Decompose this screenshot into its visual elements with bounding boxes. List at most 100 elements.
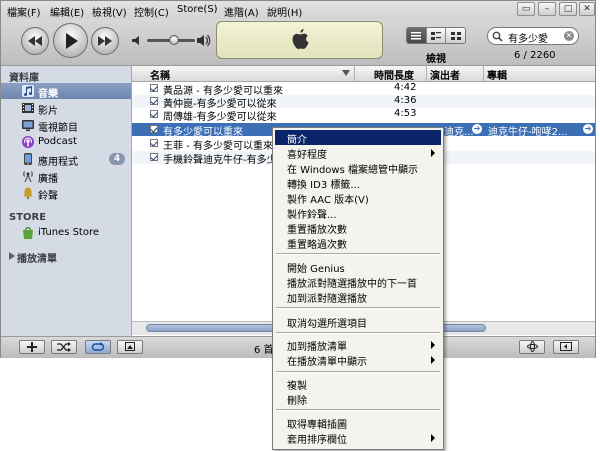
- play-icon: [65, 32, 78, 49]
- menu-item-add-to-playlist[interactable]: 加到播放清單: [275, 337, 441, 353]
- menu-controls[interactable]: 控制(C): [134, 4, 169, 19]
- sidebar-item-apps[interactable]: 應用程式 4: [1, 151, 131, 168]
- menu-item-start-genius[interactable]: 開始 Genius: [275, 259, 441, 275]
- track-checkbox[interactable]: [150, 125, 158, 133]
- table-row[interactable]: 黃品源 - 有多少愛可以重來 4:42: [132, 82, 595, 97]
- maximize-button[interactable]: □: [559, 2, 577, 16]
- menu-item-apply-sort-field[interactable]: 套用排序欄位: [275, 430, 441, 446]
- rewind-icon: [28, 36, 42, 46]
- status-text: 6 首: [254, 345, 274, 356]
- submenu-arrow-icon: [431, 434, 435, 442]
- column-header-bar: 名稱 時間長度 演出者 專輯: [132, 66, 595, 82]
- show-sidebar-button[interactable]: [553, 340, 579, 354]
- sidebar-item-tv-shows[interactable]: 電視節目: [1, 117, 131, 134]
- menu-separator: [276, 409, 440, 411]
- menu-item-rating[interactable]: 喜好程度: [275, 145, 441, 161]
- volume-slider[interactable]: [147, 35, 195, 45]
- sidebar-playlists-header[interactable]: 播放清單: [1, 248, 131, 265]
- menu-separator: [276, 371, 440, 373]
- library-header: 資料庫: [9, 73, 39, 84]
- now-playing-display: [216, 21, 383, 59]
- mini-player-button[interactable]: ▭: [517, 2, 535, 16]
- sidebar-item-ringtones[interactable]: 鈴聲: [1, 185, 131, 202]
- music-note-icon: [22, 85, 34, 97]
- sidebar-item-podcast[interactable]: Podcast: [1, 134, 131, 150]
- sidebar-item-itunes-store[interactable]: iTunes Store: [1, 225, 131, 241]
- submenu-arrow-icon: [431, 356, 435, 364]
- clear-search-icon[interactable]: ✕: [564, 31, 574, 41]
- column-name[interactable]: 名稱: [150, 67, 170, 82]
- menu-item-get-album-artwork[interactable]: 取得專輯插圖: [275, 415, 441, 431]
- go-to-album-arrow-icon[interactable]: ➔: [583, 124, 593, 134]
- repeat-icon: [91, 342, 105, 351]
- menu-item-create-ringtone[interactable]: 製作鈴聲...: [275, 205, 441, 221]
- close-button[interactable]: ✕: [579, 2, 595, 16]
- radio-icon: [23, 171, 33, 183]
- search-input[interactable]: 有多少愛: [508, 30, 548, 45]
- menu-item-play-next-in-party-shuffle[interactable]: 播放派對隨選播放中的下一首: [275, 274, 441, 290]
- column-artist[interactable]: 演出者: [430, 67, 460, 82]
- list-view-button[interactable]: [407, 28, 427, 43]
- submenu-arrow-icon: [431, 149, 435, 157]
- menu-separator: [276, 332, 440, 334]
- menu-item-convert-id3[interactable]: 轉換 ID3 標籤...: [275, 175, 441, 191]
- play-button[interactable]: [53, 23, 88, 58]
- add-playlist-button[interactable]: [19, 340, 45, 354]
- volume-knob[interactable]: [169, 35, 179, 45]
- previous-button[interactable]: [21, 27, 49, 55]
- menu-item-delete[interactable]: 刪除: [275, 391, 441, 407]
- film-icon: [22, 103, 34, 113]
- menu-item-create-aac[interactable]: 製作 AAC 版本(V): [275, 190, 441, 206]
- track-checkbox[interactable]: [150, 84, 158, 92]
- store-header: STORE: [9, 212, 47, 223]
- menu-view[interactable]: 檢視(V): [92, 4, 127, 19]
- menu-advanced[interactable]: 進階(A): [224, 4, 259, 19]
- menu-separator: [276, 253, 440, 255]
- menu-help[interactable]: 說明(H): [267, 4, 302, 19]
- track-checkbox[interactable]: [150, 110, 158, 118]
- table-row[interactable]: 周傳雄-有多少愛可以從來 4:53: [132, 108, 595, 123]
- minimize-button[interactable]: –: [538, 2, 556, 16]
- menu-store[interactable]: Store(S): [177, 4, 218, 15]
- sidebar-item-music[interactable]: 音樂: [1, 83, 131, 100]
- tv-icon: [22, 120, 34, 131]
- atom-icon: [526, 341, 538, 352]
- grid-view-button[interactable]: [446, 28, 465, 43]
- menu-separator: [276, 307, 440, 309]
- show-artwork-button[interactable]: [117, 340, 143, 354]
- next-button[interactable]: [91, 27, 119, 55]
- genius-sidebar-button[interactable]: [519, 340, 545, 354]
- track-checkbox[interactable]: [150, 153, 158, 161]
- view-switcher[interactable]: [406, 27, 466, 44]
- submenu-arrow-icon: [431, 341, 435, 349]
- menu-item-reset-play-count[interactable]: 重置播放次數: [275, 220, 441, 236]
- menu-edit[interactable]: 編輯(E): [50, 4, 84, 19]
- track-checkbox[interactable]: [150, 97, 158, 105]
- menu-bar: 檔案(F) 編輯(E) 檢視(V) 控制(C) Store(S) 進階(A) 說…: [1, 1, 595, 20]
- toolbar: 檢視 有多少愛 ✕ 6 / 2260: [1, 19, 595, 66]
- menu-item-add-to-party-shuffle[interactable]: 加到派對隨選播放: [275, 289, 441, 305]
- album-view-button[interactable]: [426, 28, 447, 43]
- table-row[interactable]: 黃仲崑-有多少愛可以從來 4:36: [132, 95, 595, 110]
- sidebar-item-movies[interactable]: 影片: [1, 100, 131, 117]
- menu-item-reset-skip-count[interactable]: 重置略過次數: [275, 235, 441, 251]
- column-time[interactable]: 時間長度: [374, 67, 414, 82]
- menu-file[interactable]: 檔案(F): [7, 4, 41, 19]
- menu-item-copy[interactable]: 複製: [275, 376, 441, 392]
- context-menu: 簡介 喜好程度 在 Windows 檔案總管中顯示 轉換 ID3 標籤... 製…: [272, 127, 444, 450]
- go-to-artist-arrow-icon[interactable]: ➔: [472, 124, 482, 134]
- menu-item-show-in-playlist[interactable]: 在播放清單中顯示: [275, 352, 441, 368]
- apps-update-badge: 4: [109, 153, 125, 165]
- menu-item-show-in-explorer[interactable]: 在 Windows 檔案總管中顯示: [275, 160, 441, 176]
- repeat-button[interactable]: [85, 340, 111, 354]
- album-view-icon: [431, 31, 441, 40]
- sidebar-item-radio[interactable]: 廣播: [1, 168, 131, 185]
- shuffle-button[interactable]: [51, 340, 77, 354]
- menu-item-info[interactable]: 簡介: [275, 130, 441, 146]
- app-icon: [24, 153, 32, 165]
- column-album[interactable]: 專輯: [487, 67, 507, 82]
- menu-item-uncheck-selection[interactable]: 取消勾選所選項目: [275, 314, 441, 330]
- track-checkbox[interactable]: [150, 139, 158, 147]
- search-field[interactable]: 有多少愛 ✕: [487, 27, 579, 45]
- store-icon: [23, 227, 33, 239]
